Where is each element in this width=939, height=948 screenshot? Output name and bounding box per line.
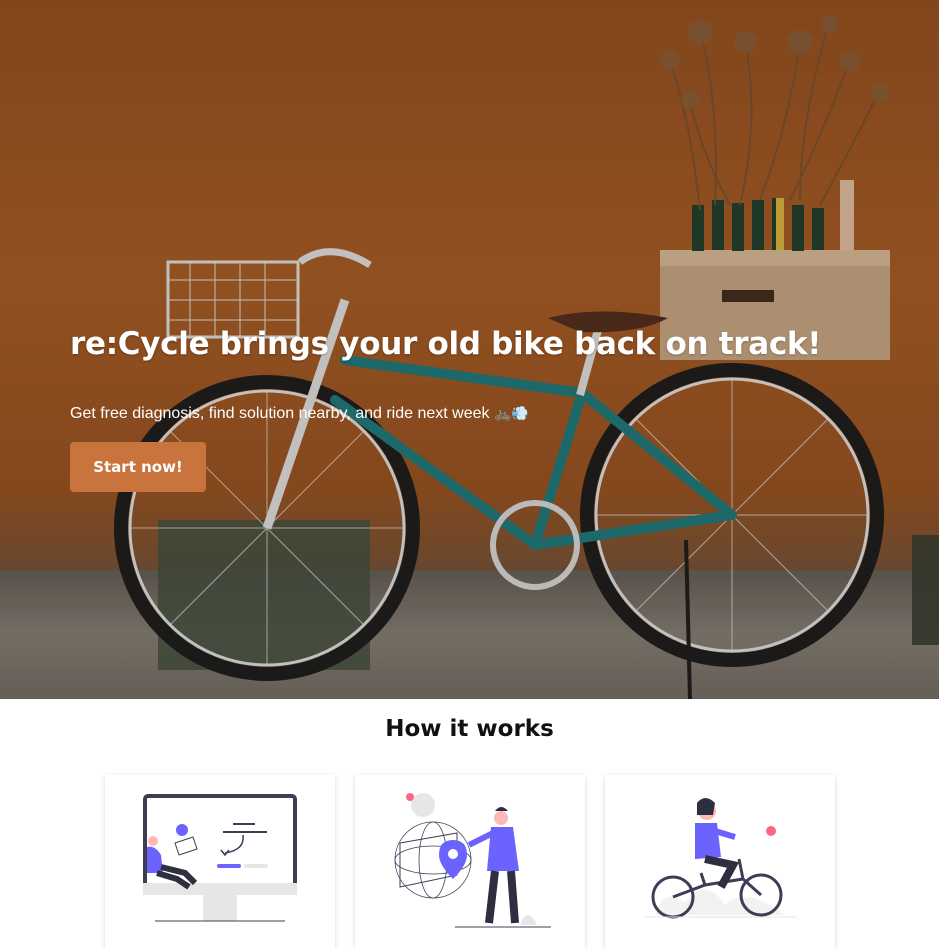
- bike-dash-icon: 🚲💨: [493, 406, 529, 422]
- hero-subtitle: Get free diagnosis, find solution nearby…: [70, 405, 529, 423]
- step-card-ride: [605, 775, 835, 948]
- diagnosis-screen-illustration: [143, 794, 297, 922]
- cyclist-riding-illustration: [645, 798, 797, 919]
- step-card-diagnosis: [105, 775, 335, 948]
- hero-title: re:Cycle brings your old bike back on tr…: [70, 326, 822, 362]
- start-now-button[interactable]: Start now!: [70, 442, 206, 492]
- hero-section: re:Cycle brings your old bike back on tr…: [0, 0, 939, 699]
- step-card-location: [355, 775, 585, 948]
- location-map-illustration: [394, 793, 551, 928]
- hero-subtitle-text: Get free diagnosis, find solution nearby…: [70, 405, 490, 422]
- how-it-works-title: How it works: [385, 716, 554, 742]
